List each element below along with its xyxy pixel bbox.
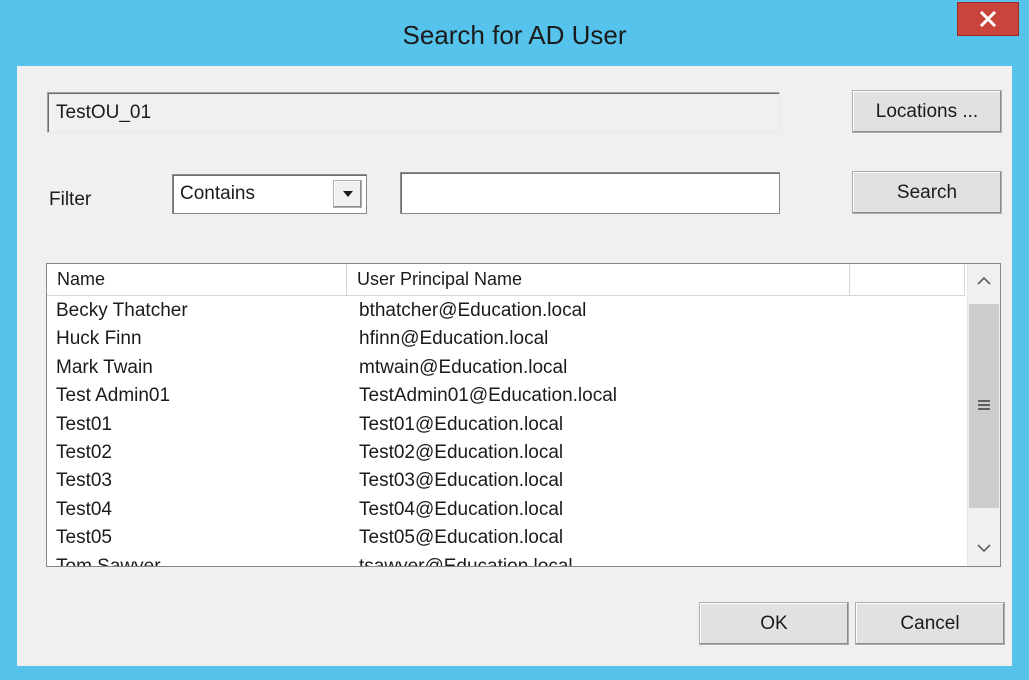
dropdown-arrow-button[interactable]: [333, 180, 362, 208]
results-list[interactable]: Name User Principal Name Becky Thatcher b…: [46, 263, 1001, 567]
list-item[interactable]: Tom Sawyer tsawyer@Education.local: [47, 553, 965, 567]
cancel-button[interactable]: Cancel: [855, 602, 1005, 645]
list-item[interactable]: Test04 Test04@Education.local: [47, 496, 965, 524]
user-upn: Test03@Education.local: [359, 470, 564, 492]
user-upn: bthatcher@Education.local: [359, 300, 587, 321]
filter-label: Filter: [49, 189, 92, 210]
user-name: Test01: [56, 413, 112, 435]
close-button[interactable]: [957, 2, 1019, 36]
scroll-up-button[interactable]: [968, 264, 1000, 298]
chevron-up-icon: [977, 272, 991, 290]
filter-text-input[interactable]: [400, 172, 780, 214]
user-upn: Test04@Education.local: [359, 498, 564, 520]
user-name: Huck Finn: [56, 328, 142, 350]
user-upn: Test02@Education.local: [359, 441, 564, 463]
list-item[interactable]: Test05 Test05@Education.local: [47, 524, 965, 552]
list-item[interactable]: Test02 Test02@Education.local: [47, 439, 965, 467]
user-name: Mark Twain: [56, 356, 153, 378]
column-header-upn[interactable]: User Principal Name: [347, 264, 850, 295]
list-item[interactable]: Huck Finn hfinn@Education.local: [47, 325, 965, 353]
list-item[interactable]: Test Admin01 TestAdmin01@Education.local: [47, 382, 965, 410]
chevron-down-icon: [977, 540, 991, 558]
user-name: Test05: [56, 527, 112, 549]
user-upn: Test01@Education.local: [359, 413, 564, 435]
user-name: Tom Sawyer: [56, 555, 161, 567]
window-title: Search for AD User: [402, 20, 627, 50]
scroll-thumb[interactable]: [969, 304, 999, 508]
filter-mode-dropdown[interactable]: Contains: [172, 174, 367, 214]
user-name: Test03: [56, 470, 112, 492]
close-icon: [980, 11, 996, 27]
ok-button[interactable]: OK: [699, 602, 849, 645]
column-header-empty[interactable]: [850, 264, 965, 295]
user-upn: mtwain@Education.local: [359, 356, 568, 378]
user-name: Test Admin01: [56, 385, 171, 407]
grip-icon: [978, 400, 990, 412]
filter-mode-value: Contains: [180, 183, 255, 204]
chevron-down-icon: [342, 185, 354, 203]
list-item[interactable]: Mark Twain mtwain@Education.local: [47, 354, 965, 382]
column-header-name[interactable]: Name: [47, 264, 347, 295]
user-upn: Test05@Education.local: [359, 527, 564, 549]
list-item[interactable]: Test03 Test03@Education.local: [47, 467, 965, 495]
vertical-scrollbar[interactable]: [967, 264, 1000, 566]
scroll-down-button[interactable]: [968, 532, 1000, 566]
dialog-client-area: TestOU_01 Locations ... Filter Contains …: [17, 66, 1012, 666]
search-button[interactable]: Search: [852, 171, 1002, 214]
location-field: TestOU_01: [47, 92, 780, 133]
list-body: Becky Thatcher bthatcher@Education.local …: [47, 297, 965, 567]
user-upn: TestAdmin01@Education.local: [359, 385, 617, 407]
dialog-window: Search for AD User TestOU_01 Locations .…: [0, 0, 1029, 680]
locations-button[interactable]: Locations ...: [852, 90, 1002, 133]
user-upn: tsawyer@Education.local: [359, 555, 573, 567]
user-name: Test04: [56, 498, 112, 520]
list-header: Name User Principal Name: [47, 264, 965, 296]
user-name: Test02: [56, 441, 112, 463]
list-item[interactable]: Test01 Test01@Education.local: [47, 411, 965, 439]
user-name: Becky Thatcher: [56, 300, 188, 321]
user-upn: hfinn@Education.local: [359, 328, 549, 350]
list-item[interactable]: Becky Thatcher bthatcher@Education.local: [47, 297, 965, 325]
